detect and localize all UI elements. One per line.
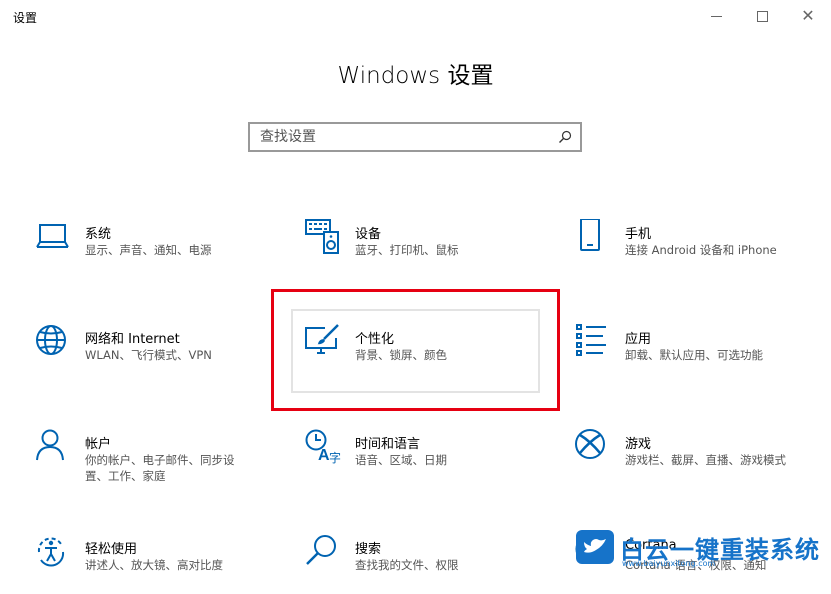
tile-search[interactable]: 搜索 查找我的文件、权限	[305, 534, 525, 594]
tile-description: 讲述人、放大镜、高对比度	[85, 558, 223, 572]
maximize-button[interactable]	[739, 0, 785, 32]
tile-system[interactable]: 系统 显示、声音、通知、电源	[35, 219, 255, 279]
ease-of-access-icon	[37, 537, 65, 567]
search-icon	[559, 130, 572, 143]
tile-ease-of-access[interactable]: 轻松使用 讲述人、放大镜、高对比度	[35, 534, 255, 594]
tile-description: 显示、声音、通知、电源	[85, 243, 212, 257]
tile-name: 手机	[625, 227, 652, 242]
page-title: Windows 设置	[337, 63, 494, 89]
maximize-icon	[756, 10, 768, 22]
title-bar: 设置 ✕	[0, 0, 831, 32]
tile-description: 你的帐户、电子邮件、同步设置、工作、家庭	[85, 453, 235, 483]
globe-icon	[36, 325, 66, 355]
tile-name: 帐户	[85, 437, 112, 452]
tile-time-language[interactable]: A 字 时间和语言 语音、区域、日期	[305, 429, 525, 489]
tile-apps[interactable]: 应用 卸载、默认应用、可选功能	[575, 324, 815, 384]
monitor-brush-icon	[305, 324, 339, 354]
tile-description: 背景、锁屏、颜色	[355, 348, 447, 362]
search-box[interactable]	[248, 122, 582, 152]
tile-description: WLAN、飞行模式、VPN	[85, 348, 212, 362]
tile-name: 游戏	[625, 437, 652, 452]
bird-logo-icon	[576, 530, 614, 564]
tile-description: 卸载、默认应用、可选功能	[625, 348, 763, 362]
phone-icon	[580, 219, 600, 251]
tile-name: 搜索	[355, 542, 382, 557]
search-icon	[306, 535, 336, 565]
tile-description: 连接 Android 设备和 iPhone	[625, 243, 777, 257]
clock-language-icon: A 字	[305, 429, 341, 465]
person-icon	[36, 429, 64, 461]
close-button[interactable]: ✕	[785, 0, 831, 32]
tile-description: 查找我的文件、权限	[355, 558, 459, 572]
app-list-icon	[576, 324, 606, 356]
svg-text:字: 字	[329, 450, 341, 465]
watermark: 白云一键重装系统 www.baiyunxitong.com	[576, 526, 826, 570]
tile-description: 语音、区域、日期	[355, 453, 447, 467]
tile-name: 应用	[625, 332, 652, 347]
tile-devices[interactable]: 设备 蓝牙、打印机、鼠标	[305, 219, 525, 279]
keyboard-speaker-icon	[305, 219, 339, 254]
laptop-icon	[36, 224, 69, 248]
tile-gaming[interactable]: 游戏 游戏栏、截屏、直播、游戏模式	[575, 429, 815, 489]
close-icon: ✕	[801, 6, 815, 25]
tile-description: 游戏栏、截屏、直播、游戏模式	[625, 453, 786, 467]
tile-name: 系统	[85, 227, 112, 242]
xbox-icon	[575, 429, 605, 459]
tile-name: 个性化	[355, 332, 395, 347]
tile-name: 设备	[355, 227, 382, 242]
tile-personalization[interactable]: 个性化 背景、锁屏、颜色	[305, 324, 525, 384]
tile-name: 时间和语言	[355, 437, 421, 452]
minimize-icon	[710, 15, 722, 17]
tile-name: 轻松使用	[85, 542, 138, 557]
watermark-url: www.baiyunxitong.com	[622, 559, 716, 568]
minimize-button[interactable]	[693, 0, 739, 32]
tile-accounts[interactable]: 帐户 你的帐户、电子邮件、同步设置、工作、家庭	[35, 429, 255, 489]
search-input[interactable]	[260, 128, 550, 146]
tile-description: 蓝牙、打印机、鼠标	[355, 243, 459, 257]
tile-network[interactable]: 网络和 Internet WLAN、飞行模式、VPN	[35, 324, 255, 384]
tile-name: 网络和 Internet	[85, 332, 180, 347]
tile-phone[interactable]: 手机 连接 Android 设备和 iPhone	[575, 219, 815, 279]
window-title: 设置	[13, 11, 38, 25]
